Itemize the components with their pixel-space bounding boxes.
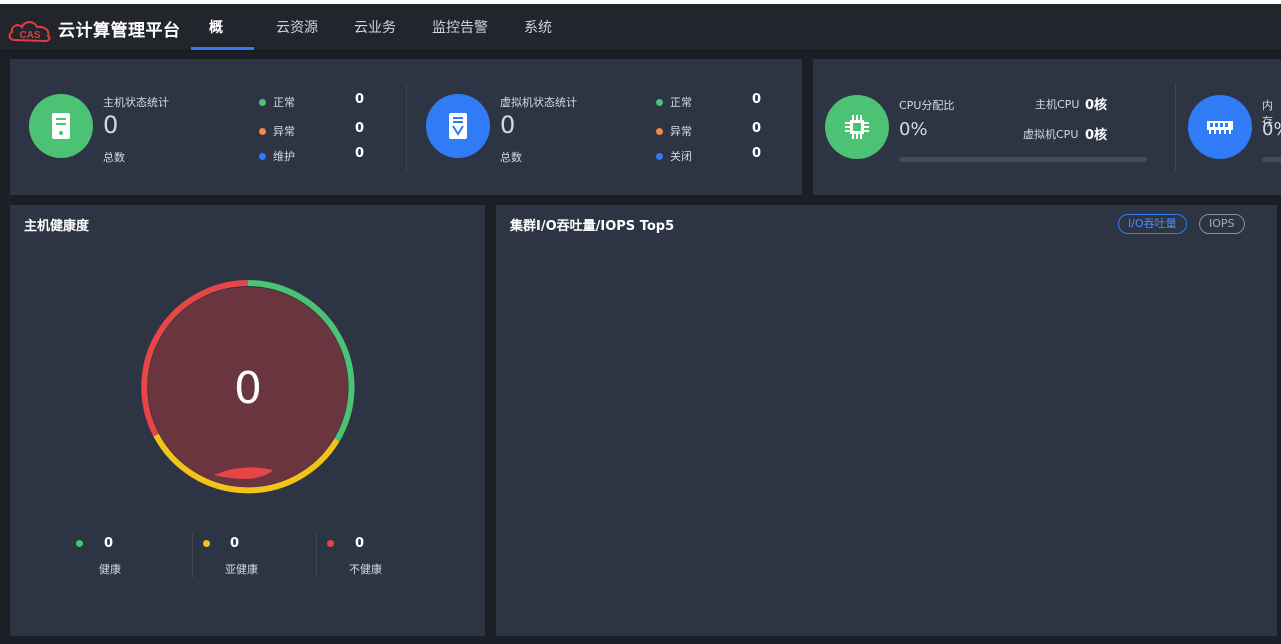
nav-cloud-services[interactable]: 云业务 — [336, 4, 414, 50]
unhealthy-dot-icon — [327, 540, 334, 547]
orange-dot-icon — [259, 127, 266, 135]
host-total-label: 总数 — [103, 151, 125, 164]
host-normal-legend: 正常 — [259, 94, 295, 110]
divider — [316, 533, 317, 578]
nav-overview[interactable]: 概览 — [191, 4, 254, 84]
cpu-chip-icon — [825, 95, 889, 159]
unhealthy-label: 不健康 — [349, 563, 382, 576]
tab-io-throughput[interactable]: I/O吞吐量 — [1118, 214, 1187, 234]
host-stats-title: 主机状态统计 — [103, 96, 169, 109]
vm-stats-title: 虚拟机状态统计 — [500, 96, 577, 109]
virtual-machine-icon — [426, 94, 490, 158]
blue-dot-icon — [259, 152, 266, 160]
health-gauge: 0 — [141, 280, 355, 494]
green-dot-icon — [259, 98, 266, 106]
gauge-center-value: 0 — [234, 363, 262, 414]
vm-total-value: 0 — [500, 111, 516, 139]
cloud-logo-icon: CAS — [8, 21, 51, 43]
healthy-count: 0 — [104, 536, 114, 551]
blue-dot-icon — [656, 152, 663, 160]
vm-cpu-value: 0核 — [1085, 128, 1108, 143]
divider — [1175, 83, 1176, 171]
tab-iops[interactable]: IOPS — [1199, 214, 1245, 234]
green-dot-icon — [656, 98, 663, 106]
nav-monitoring-alerts[interactable]: 监控告警 — [414, 4, 506, 50]
platform-title: 云计算管理平台 — [58, 21, 181, 41]
vm-abnormal-legend: 异常 — [656, 123, 692, 139]
host-maintenance-count: 0 — [355, 146, 365, 161]
host-abnormal-legend: 异常 — [259, 123, 295, 139]
cpu-ratio-percent: 0% — [899, 119, 928, 140]
server-icon — [29, 94, 93, 158]
vm-total-label: 总数 — [500, 151, 522, 164]
main-nav: 概览 云资源 云业务 监控告警 系统 — [191, 4, 570, 84]
host-health-title: 主机健康度 — [24, 219, 90, 234]
cpu-progress-bar — [899, 157, 1147, 162]
vm-normal-legend: 正常 — [656, 94, 692, 110]
cpu-ratio-title: CPU分配比 — [899, 99, 955, 112]
vm-abnormal-count: 0 — [752, 121, 762, 136]
unhealthy-count: 0 — [355, 536, 365, 551]
healthy-dot-icon — [76, 540, 83, 547]
subhealthy-label: 亚健康 — [225, 563, 258, 576]
memory-progress-bar — [1262, 157, 1281, 162]
subhealthy-count: 0 — [230, 536, 240, 551]
host-health-panel: 主机健康度 0 0 健康 0 亚健康 0 不健康 — [10, 205, 485, 636]
memory-icon — [1188, 95, 1252, 159]
cluster-io-panel: 集群I/O吞吐量/IOPS Top5 I/O吞吐量 IOPS — [496, 205, 1277, 636]
vm-closed-legend: 关闭 — [656, 148, 692, 164]
vm-cpu-label: 虚拟机CPU — [1023, 128, 1079, 141]
top-navigation-bar: CAS 云计算管理平台 概览 云资源 云业务 监控告警 系统 — [0, 4, 1281, 84]
host-total-value: 0 — [103, 111, 119, 139]
orange-dot-icon — [656, 127, 663, 135]
memory-percent: 0% — [1262, 119, 1281, 140]
vm-normal-count: 0 — [752, 92, 762, 107]
subhealthy-dot-icon — [203, 540, 210, 547]
nav-system[interactable]: 系统 — [506, 4, 570, 50]
host-cpu-value: 0核 — [1085, 98, 1108, 113]
status-stats-panel: 主机状态统计 0 总数 正常 0 异常 0 维护 0 虚拟机状态统计 0 总数 … — [10, 59, 802, 195]
divider — [406, 83, 407, 171]
host-maintenance-legend: 维护 — [259, 148, 295, 164]
host-cpu-label: 主机CPU — [1035, 98, 1080, 111]
cluster-io-title: 集群I/O吞吐量/IOPS Top5 — [510, 219, 675, 234]
healthy-label: 健康 — [99, 563, 121, 576]
divider — [192, 533, 193, 578]
svg-text:CAS: CAS — [19, 30, 40, 41]
resource-allocation-panel: CPU分配比 0% 主机CPU 0核 虚拟机CPU 0核 内存 0% — [813, 59, 1281, 195]
vm-closed-count: 0 — [752, 146, 762, 161]
host-normal-count: 0 — [355, 92, 365, 107]
nav-cloud-resources[interactable]: 云资源 — [258, 4, 336, 50]
host-abnormal-count: 0 — [355, 121, 365, 136]
